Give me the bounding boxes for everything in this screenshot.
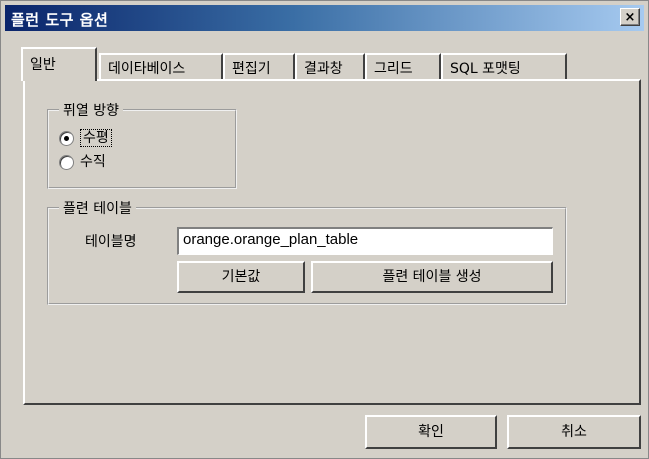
plan-table-group: 플련 테이블 테이블명 orange.orange_plan_table 기본값… <box>47 198 567 305</box>
create-plan-table-button[interactable]: 플련 테이블 생성 <box>311 261 553 293</box>
radio-vertical-label: 수직 <box>80 154 106 170</box>
orientation-group: 퓌열 방향 수평 수직 <box>47 100 237 189</box>
radio-vertical[interactable]: 수직 <box>59 151 106 173</box>
window-title: 플런 도구 옵션 <box>11 11 109 29</box>
ok-button[interactable]: 확인 <box>365 415 497 449</box>
orientation-group-title: 퓌열 방향 <box>59 100 123 120</box>
general-tab-panel: 퓌열 방향 수평 수직 플련 테이블 테이블명 orange.orange_pl… <box>23 79 641 405</box>
tab-grid[interactable]: 그리드 <box>365 53 441 79</box>
radio-horizontal-label: 수평 <box>80 129 112 147</box>
close-icon[interactable]: × <box>620 8 640 26</box>
tab-database[interactable]: 데이타베이스 <box>99 53 223 79</box>
title-bar[interactable]: 플런 도구 옵션 × <box>5 5 644 31</box>
cancel-button[interactable]: 취소 <box>507 415 641 449</box>
plan-table-group-title: 플련 테이블 <box>59 198 136 218</box>
tab-results[interactable]: 결과창 <box>295 53 365 79</box>
table-name-input[interactable]: orange.orange_plan_table <box>177 227 553 255</box>
tab-sql-formatting[interactable]: SQL 포맷팅 <box>441 53 567 79</box>
radio-checked-icon[interactable] <box>59 130 74 146</box>
tab-general[interactable]: 일반 <box>21 47 97 81</box>
default-value-button[interactable]: 기본값 <box>177 261 305 293</box>
radio-horizontal[interactable]: 수평 <box>59 127 112 149</box>
table-name-label: 테이블명 <box>85 234 137 250</box>
plan-tool-options-dialog: 플런 도구 옵션 × 일반 데이타베이스 편집기 결과창 그리드 SQL 포맷팅… <box>0 0 649 459</box>
radio-unchecked-icon[interactable] <box>59 154 74 170</box>
tab-editor[interactable]: 편집기 <box>223 53 295 79</box>
